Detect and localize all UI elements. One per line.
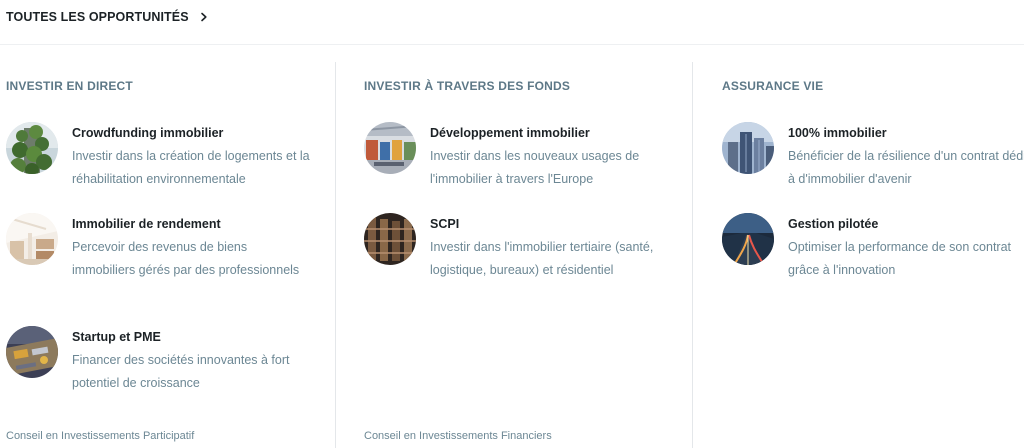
thumbnail-road-night: [722, 213, 774, 265]
item-description: Investir dans l'immobilier tertiaire (sa…: [430, 240, 654, 277]
column-title: ASSURANCE VIE: [722, 79, 824, 93]
thumbnail-office-space: [364, 122, 416, 174]
all-opportunities-link[interactable]: TOUTES LES OPPORTUNITÉS: [6, 10, 209, 24]
menu-item-100-real-estate[interactable]: 100% immobilier Bénéficier de la résilie…: [722, 122, 1024, 190]
thumbnail-green-tower: [6, 122, 58, 174]
column-title: INVESTIR À TRAVERS DES FONDS: [364, 79, 571, 93]
all-opportunities-label: TOUTES LES OPPORTUNITÉS: [6, 10, 189, 24]
column-footer-link[interactable]: Conseil en Investissements Financiers: [364, 430, 552, 442]
item-description: Bénéficier de la résilience d'un contrat…: [788, 149, 1024, 186]
thumbnail-warehouse: [364, 213, 416, 265]
item-name: Crowdfunding immobilier: [72, 126, 224, 140]
item-description: Investir dans les nouveaux usages de l'i…: [430, 149, 640, 186]
item-name: 100% immobilier: [788, 126, 887, 140]
thumbnail-skyscrapers: [722, 122, 774, 174]
item-description: Percevoir des revenus de biens immobilie…: [72, 240, 300, 277]
chevron-right-icon: [200, 12, 207, 22]
thumbnail-workbench: [6, 326, 58, 378]
header-divider: [0, 44, 1024, 45]
item-name: Startup et PME: [72, 330, 161, 344]
item-name: SCPI: [430, 217, 460, 231]
menu-item-crowdfunding[interactable]: Crowdfunding immobilier Investir dans la…: [6, 122, 312, 190]
menu-item-real-estate-development[interactable]: Développement immobilier Investir dans l…: [364, 122, 670, 190]
menu-item-scpi[interactable]: SCPI Investir dans l'immobilier tertiair…: [364, 213, 670, 281]
item-description: Optimiser la performance de son contrat …: [788, 240, 1012, 277]
menu-item-managed-portfolio[interactable]: Gestion pilotée Optimiser la performance…: [722, 213, 1024, 281]
column-invest-funds: INVESTIR À TRAVERS DES FONDS Développeme…: [335, 62, 691, 448]
column-life-insurance: ASSURANCE VIE 100% immobilier Bénéficier…: [692, 62, 1024, 448]
item-description: Investir dans la création de logements e…: [72, 149, 310, 186]
item-name: Immobilier de rendement: [72, 217, 221, 231]
menu-item-startup-sme[interactable]: Startup et PME Financer des sociétés inn…: [6, 326, 312, 394]
item-name: Gestion pilotée: [788, 217, 879, 231]
menu-item-rental-real-estate[interactable]: Immobilier de rendement Percevoir des re…: [6, 213, 312, 281]
column-footer-link[interactable]: Conseil en Investissements Participatif: [6, 430, 194, 442]
item-name: Développement immobilier: [430, 126, 590, 140]
item-description: Financer des sociétés innovantes à fort …: [72, 353, 290, 390]
column-title: INVESTIR EN DIRECT: [6, 79, 133, 93]
thumbnail-bright-interior: [6, 213, 58, 265]
column-invest-direct: INVESTIR EN DIRECT Crowdfunding immobili…: [0, 62, 334, 448]
